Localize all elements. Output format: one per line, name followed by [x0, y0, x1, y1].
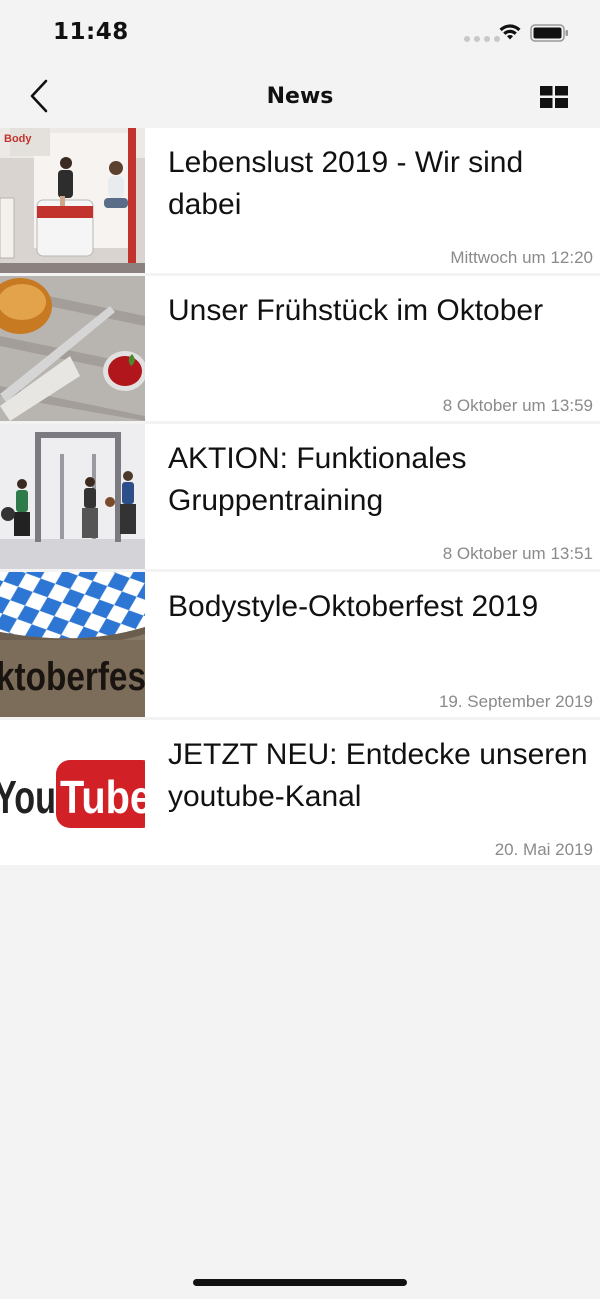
- oktoberfest-thumb-text: ktoberfes: [0, 655, 145, 699]
- news-item[interactable]: AKTION: Funktionales Gruppentraining 8 O…: [0, 424, 600, 569]
- news-list: Body Lebenslust 2019 - Wir sind dabei Mi…: [0, 128, 600, 868]
- news-date: 8 Oktober um 13:59: [442, 396, 593, 415]
- news-thumbnail-image: [0, 424, 145, 569]
- youtube-tube-text: Tube: [60, 771, 145, 823]
- battery-icon: [530, 24, 568, 42]
- news-thumbnail-image: Body: [0, 128, 145, 273]
- news-item[interactable]: Unser Frühstück im Oktober 8 Oktober um …: [0, 276, 600, 421]
- youtube-logo-image: You Tube: [0, 720, 145, 865]
- news-thumbnail-image: [0, 276, 145, 421]
- wifi-icon: [499, 24, 521, 40]
- status-time: 11:48: [53, 19, 129, 45]
- youtube-you-text: You: [0, 771, 56, 823]
- news-date: 20. Mai 2019: [494, 840, 593, 859]
- page-title: News: [266, 84, 334, 109]
- navigation-bar: News: [0, 64, 600, 128]
- news-title: Unser Frühstück im Oktober: [168, 294, 544, 327]
- news-title: JETZT NEU: Entdecke unseren youtube-Kana…: [168, 738, 588, 813]
- news-title: Lebenslust 2019 - Wir sind dabei: [168, 146, 524, 221]
- news-date: 8 Oktober um 13:51: [442, 544, 593, 563]
- cellular-signal-icon: [464, 36, 500, 42]
- grid-view-icon[interactable]: [540, 86, 568, 108]
- home-indicator: [193, 1279, 407, 1286]
- news-item[interactable]: You Tube JETZT NEU: Entdecke unseren you…: [0, 720, 600, 865]
- news-title: AKTION: Funktionales Gruppentraining: [168, 442, 467, 517]
- news-title: Bodystyle-Oktoberfest 2019: [168, 590, 539, 623]
- news-item[interactable]: Body Lebenslust 2019 - Wir sind dabei Mi…: [0, 128, 600, 273]
- news-date: 19. September 2019: [438, 692, 593, 711]
- news-item[interactable]: ktoberfes Bodystyle-Oktoberfest 2019 19.…: [0, 572, 600, 717]
- status-bar: 11:48: [0, 0, 600, 64]
- news-date: Mittwoch um 12:20: [450, 248, 593, 267]
- news-thumbnail-image: ktoberfes: [0, 572, 145, 717]
- booth-brand-text: Body: [4, 133, 32, 145]
